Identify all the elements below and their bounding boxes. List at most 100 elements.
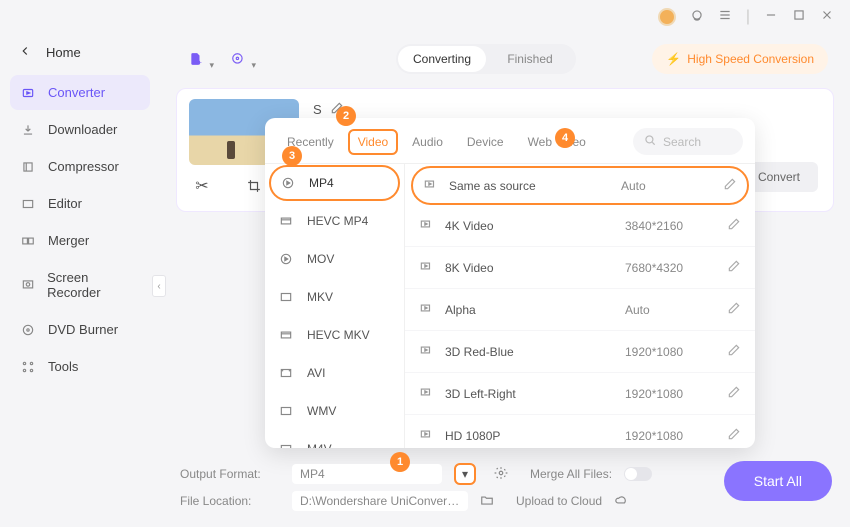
res-dim: 1920*1080 (625, 345, 715, 359)
sidebar-item-editor[interactable]: Editor (10, 186, 150, 221)
file-location-text: D:\Wondershare UniConverter 1 (300, 494, 460, 508)
format-icon (277, 214, 295, 228)
sidebar-label: Merger (48, 233, 89, 248)
search-icon (643, 133, 657, 150)
merge-label: Merge All Files: (530, 467, 612, 481)
res-label: HD 1080P (445, 429, 613, 443)
tab-video[interactable]: Video (348, 129, 398, 155)
res-label: 4K Video (445, 219, 613, 233)
format-mp4[interactable]: MP4 (269, 165, 400, 201)
tab-device[interactable]: Device (457, 129, 514, 155)
sidebar-label: Downloader (48, 122, 117, 137)
format-hevc-mkv[interactable]: HEVC MKV (265, 316, 404, 354)
hint-badge-2: 2 (336, 106, 356, 126)
edit-preset-icon[interactable] (723, 177, 737, 194)
video-icon (419, 343, 433, 360)
edit-preset-icon[interactable] (727, 301, 741, 318)
chevron-left-icon (18, 44, 32, 61)
resolution-same-as-source[interactable]: Same as sourceAuto (411, 166, 749, 205)
res-dim: 1920*1080 (625, 429, 715, 443)
sidebar-item-dvd-burner[interactable]: DVD Burner (10, 312, 150, 347)
resolution-3d-red-blue[interactable]: 3D Red-Blue1920*1080 (405, 331, 755, 373)
file-location-value[interactable]: D:\Wondershare UniConverter 1 (292, 491, 468, 511)
resolution-4k[interactable]: 4K Video3840*2160 (405, 205, 755, 247)
edit-preset-icon[interactable] (727, 427, 741, 444)
minimize-icon[interactable] (764, 8, 778, 27)
add-dvd-button[interactable]: ▾ (224, 45, 252, 73)
edit-preset-icon[interactable] (727, 217, 741, 234)
sidebar-item-converter[interactable]: Converter (10, 75, 150, 110)
format-icon (277, 328, 295, 342)
format-icon (277, 252, 295, 266)
maximize-icon[interactable] (792, 8, 806, 27)
tools-icon (20, 360, 36, 374)
res-label: Alpha (445, 303, 613, 317)
format-list[interactable]: MP4 HEVC MP4 MOV MKV HEVC MKV AVI WMV M4… (265, 164, 405, 448)
edit-preset-icon[interactable] (727, 385, 741, 402)
add-file-button[interactable]: +▾ (182, 45, 210, 73)
divider: | (746, 8, 750, 26)
menu-icon[interactable] (718, 8, 732, 27)
high-speed-toggle[interactable]: ⚡ High Speed Conversion (652, 44, 828, 74)
format-icon (279, 176, 297, 190)
dvd-icon (20, 323, 36, 337)
format-popup: Recently Video Audio Device Web Video Se… (265, 118, 755, 448)
high-speed-label: High Speed Conversion (687, 52, 814, 66)
avatar[interactable] (658, 8, 676, 26)
format-wmv[interactable]: WMV (265, 392, 404, 430)
hint-badge-1: 1 (390, 452, 410, 472)
home-label: Home (46, 45, 81, 60)
close-icon[interactable] (820, 8, 834, 27)
edit-preset-icon[interactable] (727, 343, 741, 360)
format-hevc-mp4[interactable]: HEVC MP4 (265, 202, 404, 240)
resolution-alpha[interactable]: AlphaAuto (405, 289, 755, 331)
format-label: HEVC MP4 (307, 214, 368, 228)
res-label: 3D Left-Right (445, 387, 613, 401)
output-format-value[interactable]: MP4 (292, 464, 442, 484)
support-icon[interactable] (690, 8, 704, 27)
sidebar-label: Compressor (48, 159, 119, 174)
file-location-label: File Location: (180, 494, 280, 508)
resolution-8k[interactable]: 8K Video7680*4320 (405, 247, 755, 289)
sidebar-item-compressor[interactable]: Compressor (10, 149, 150, 184)
format-label: HEVC MKV (307, 328, 370, 342)
search-placeholder: Search (663, 135, 701, 149)
output-format-label: Output Format: (180, 467, 280, 481)
format-mkv[interactable]: MKV (265, 278, 404, 316)
format-label: AVI (307, 366, 325, 380)
gear-icon[interactable] (494, 466, 508, 483)
format-avi[interactable]: AVI (265, 354, 404, 392)
home-link[interactable]: Home (10, 38, 150, 75)
status-segment: Converting Finished (396, 44, 576, 74)
format-m4v[interactable]: M4V (265, 430, 404, 448)
sidebar-label: Screen Recorder (47, 270, 140, 300)
folder-icon[interactable] (480, 493, 494, 510)
compress-icon (20, 160, 36, 174)
tab-finished[interactable]: Finished (486, 46, 574, 72)
merge-toggle[interactable] (624, 467, 652, 481)
sidebar-item-downloader[interactable]: Downloader (10, 112, 150, 147)
upload-label: Upload to Cloud (516, 494, 602, 508)
start-all-button[interactable]: Start All (724, 461, 832, 501)
trim-icon[interactable]: ✂ (187, 171, 217, 201)
bolt-icon: ⚡ (666, 52, 681, 66)
resolution-hd-1080p[interactable]: HD 1080P 1920*1080 (405, 415, 755, 448)
sidebar-label: Converter (48, 85, 105, 100)
sidebar-item-merger[interactable]: Merger (10, 223, 150, 258)
resolution-list[interactable]: Same as sourceAuto 4K Video3840*2160 8K … (405, 164, 755, 448)
tab-converting[interactable]: Converting (398, 46, 486, 72)
format-mov[interactable]: MOV (265, 240, 404, 278)
resolution-3d-left-right[interactable]: 3D Left-Right1920*1080 (405, 373, 755, 415)
tab-audio[interactable]: Audio (402, 129, 453, 155)
format-search[interactable]: Search (633, 128, 743, 155)
video-icon (419, 427, 433, 444)
format-label: MKV (307, 290, 333, 304)
video-icon (419, 301, 433, 318)
sidebar-item-tools[interactable]: Tools (10, 349, 150, 384)
output-format-dropdown[interactable]: ▾ (454, 463, 476, 485)
format-label: MOV (307, 252, 334, 266)
sidebar-item-screen-recorder[interactable]: Screen Recorder (10, 260, 150, 310)
edit-preset-icon[interactable] (727, 259, 741, 276)
cloud-icon[interactable] (614, 493, 628, 510)
merger-icon (20, 234, 36, 248)
